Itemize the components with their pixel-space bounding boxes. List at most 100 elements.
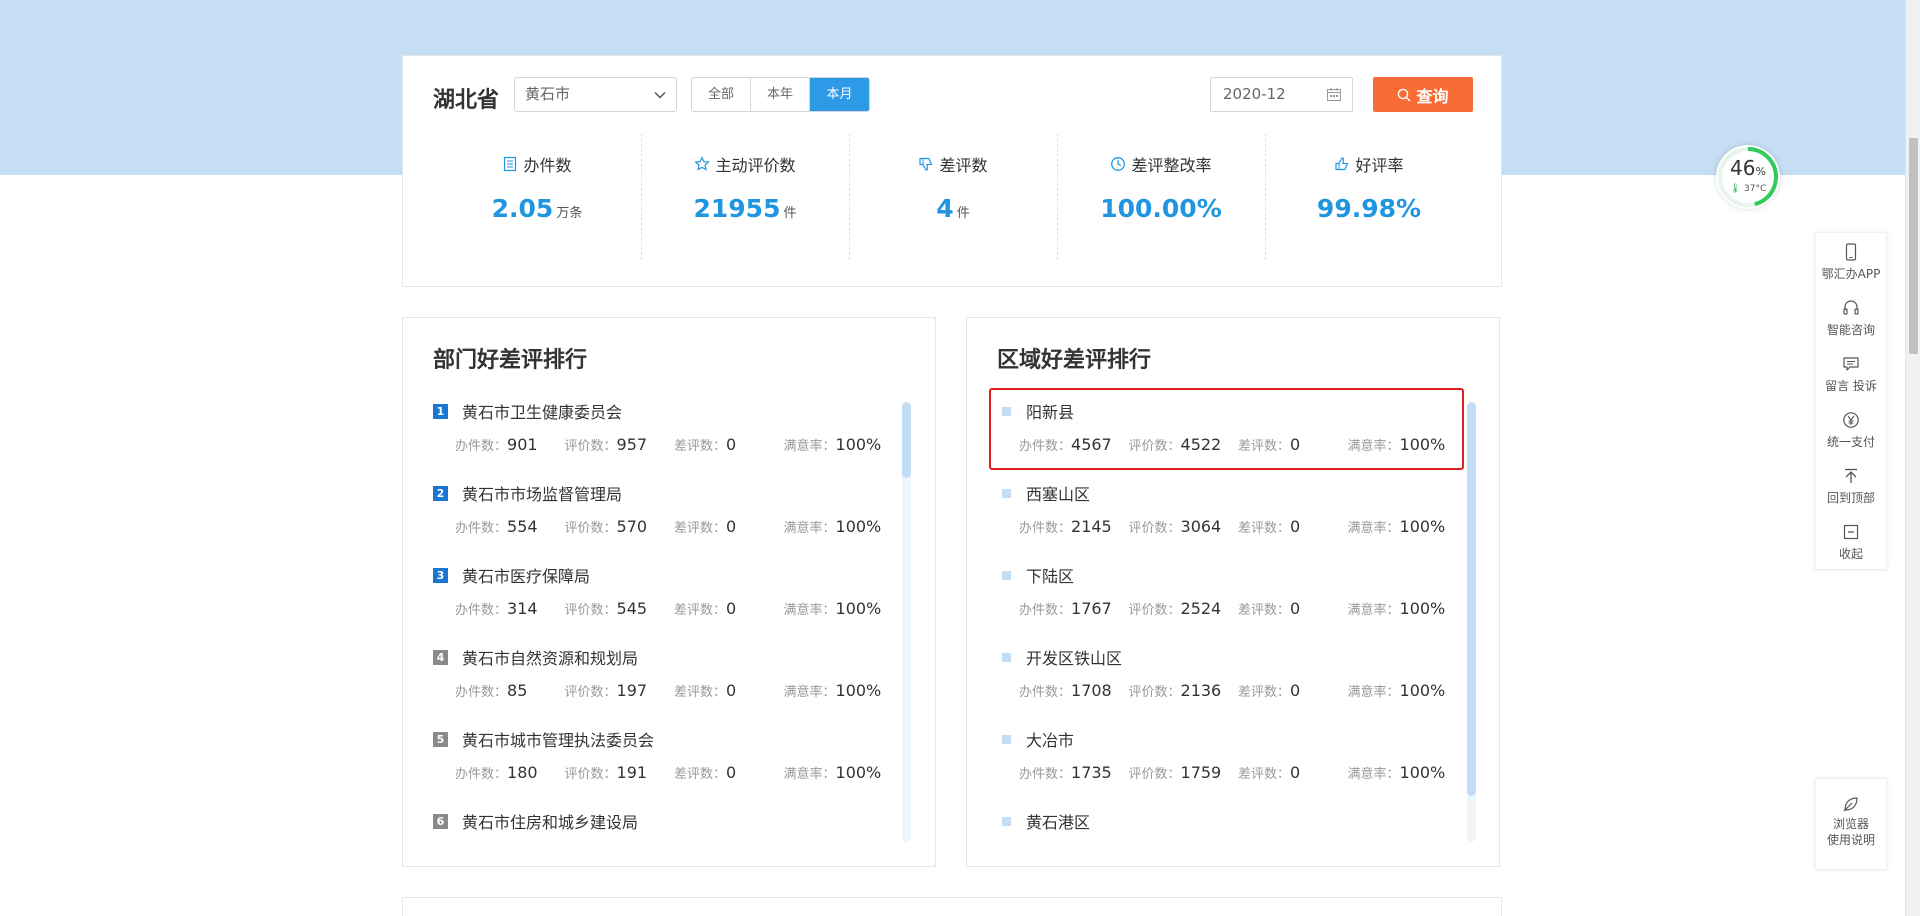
metric-value: 314 — [507, 599, 538, 618]
list-item[interactable]: 1 黄石市卫生健康委员会 办件数：901 评价数：957 差评数：0 满意率：10… — [433, 398, 893, 480]
metric-label: 满意率： — [1347, 521, 1400, 536]
department-ranking-list[interactable]: 1 黄石市卫生健康委员会 办件数：901 评价数：957 差评数：0 满意率：10… — [433, 398, 893, 840]
rank-badge: 6 — [433, 813, 448, 829]
metric-value: 0 — [1290, 517, 1301, 536]
side-tool-back-to-top[interactable]: 回到顶部 — [1816, 457, 1886, 513]
region-name: 大冶市 — [1026, 731, 1075, 750]
side-tool-app[interactable]: 鄂汇办APP — [1816, 233, 1886, 289]
query-button-label: 查询 — [1416, 86, 1449, 106]
list-item[interactable]: 阳新县 办件数：4567 评价数：4522 差评数：0 满意率：100% — [997, 398, 1457, 480]
page-scrollbar[interactable] — [1905, 0, 1920, 916]
side-toolbar: 鄂汇办APP 智能咨询 留言 投诉 统一支付 回到顶部 收起 — [1815, 232, 1887, 570]
rank-badge: 5 — [433, 731, 448, 747]
region-name: 黄石港区 — [1026, 813, 1091, 832]
clock-icon — [1111, 157, 1126, 171]
side-tool-label: 收起 — [1838, 547, 1863, 561]
metric-label: 办件数： — [1019, 439, 1072, 454]
query-button[interactable]: 查询 — [1373, 77, 1473, 112]
stat-good-rate: 好评率 99.98% — [1265, 134, 1473, 260]
metric-value: 100% — [1399, 517, 1446, 536]
bullet-icon — [1002, 488, 1011, 498]
metric-label: 办件数： — [455, 439, 508, 454]
month-picker-input[interactable]: 2020-12 — [1210, 77, 1353, 112]
stat-good-rate-label: 好评率 — [1355, 156, 1404, 175]
scrollbar-thumb[interactable] — [902, 402, 911, 478]
region-name: 西塞山区 — [1026, 485, 1091, 504]
list-item[interactable]: 2 黄石市市场监督管理局 办件数：554 评价数：570 差评数：0 满意率：10… — [433, 480, 893, 562]
range-year-button[interactable]: 本年 — [751, 78, 810, 111]
metric-value: 0 — [726, 435, 737, 454]
browser-guide-line1: 浏览器 — [1832, 817, 1869, 831]
back-to-top-icon — [1845, 468, 1857, 483]
metric-value: 1735 — [1071, 763, 1112, 782]
memory-gauge[interactable]: 46% 🌡 37°C — [1716, 145, 1780, 209]
list-item[interactable]: 下陆区 办件数：1767 评价数：2524 差评数：0 满意率：100% — [997, 562, 1457, 644]
metric-label: 评价数： — [564, 603, 617, 618]
thermometer-icon: 🌡 — [1729, 184, 1742, 194]
metric-value: 191 — [616, 763, 648, 782]
department-list-scrollbar[interactable] — [902, 402, 911, 842]
list-item[interactable]: 开发区铁山区 办件数：1708 评价数：2136 差评数：0 满意率：100% — [997, 644, 1457, 726]
list-item[interactable]: 6 黄石市住房和城乡建设局 — [433, 808, 893, 840]
region-ranking-title: 区域好差评排行 — [997, 348, 1152, 373]
stat-rated: 主动评价数 21955 件 — [641, 134, 849, 260]
metric-label: 办件数： — [1019, 685, 1072, 700]
metric-value: 100% — [835, 435, 882, 454]
metric-label: 满意率： — [1347, 767, 1400, 782]
scrollbar-thumb[interactable] — [1467, 402, 1476, 796]
city-select[interactable]: 黄石市 — [514, 77, 677, 112]
metric-label: 差评数： — [674, 767, 727, 782]
stat-handled-label: 办件数 — [523, 156, 572, 175]
metric-label: 差评数： — [1238, 603, 1291, 618]
region-list-scrollbar[interactable] — [1467, 402, 1476, 842]
metric-value: 100% — [835, 681, 882, 700]
side-tool-consult[interactable]: 智能咨询 — [1816, 289, 1886, 345]
range-all-button[interactable]: 全部 — [692, 78, 751, 111]
metric-value: 1767 — [1071, 599, 1112, 618]
metric-value: 100% — [835, 517, 882, 536]
metric-value: 2145 — [1071, 517, 1112, 536]
phone-icon — [1845, 243, 1857, 261]
metric-value: 4522 — [1180, 435, 1222, 454]
thumbs-up-icon — [1335, 157, 1349, 171]
metric-label: 办件数： — [455, 767, 508, 782]
gauge-percent-sign: % — [1755, 165, 1766, 178]
city-select-value: 黄石市 — [525, 85, 571, 103]
list-item[interactable]: 3 黄石市医疗保障局 办件数：314 评价数：545 差评数：0 满意率：100% — [433, 562, 893, 644]
metric-value: 100% — [1399, 763, 1446, 782]
metric-label: 评价数： — [564, 767, 617, 782]
list-item[interactable]: 5 黄石市城市管理执法委员会 办件数：180 评价数：191 差评数：0 满意率：… — [433, 726, 893, 808]
department-ranking-title: 部门好差评排行 — [433, 348, 588, 373]
leaf-icon — [1843, 797, 1858, 812]
side-tool-payment[interactable]: 统一支付 — [1816, 401, 1886, 457]
stat-fix-rate-label: 差评整改率 — [1131, 156, 1212, 175]
list-item[interactable]: 大冶市 办件数：1735 评价数：1759 差评数：0 满意率：100% — [997, 726, 1457, 808]
summary-stats: 办件数 2.05 万条 主动评价数 21955 件 差评数 4件 差评整改率 100… — [433, 134, 1473, 260]
metric-value: 4567 — [1071, 435, 1112, 454]
stat-fix-rate: 差评整改率 100.00% — [1057, 134, 1265, 260]
collapse-icon — [1843, 524, 1859, 540]
metric-value: 1759 — [1180, 763, 1222, 782]
department-name: 黄石市住房和城乡建设局 — [462, 813, 639, 832]
metric-value: 100% — [1399, 599, 1446, 618]
stat-rated-unit: 件 — [783, 206, 797, 221]
side-tool-collapse[interactable]: 收起 — [1816, 513, 1886, 569]
browser-guide-button[interactable]: 浏览器 使用说明 — [1815, 778, 1887, 870]
side-tool-feedback[interactable]: 留言 投诉 — [1816, 345, 1886, 401]
list-item[interactable]: 西塞山区 办件数：2145 评价数：3064 差评数：0 满意率：100% — [997, 480, 1457, 562]
search-icon — [1398, 88, 1411, 101]
bullet-icon — [1002, 652, 1011, 662]
page-scrollbar-thumb[interactable] — [1909, 138, 1918, 354]
stat-handled: 办件数 2.05 万条 — [433, 134, 641, 260]
range-month-button[interactable]: 本月 — [810, 78, 869, 111]
list-item[interactable]: 黄石港区 — [997, 808, 1457, 840]
bullet-icon — [1002, 734, 1011, 744]
stat-good-rate-value: 99.98% — [1316, 194, 1422, 223]
list-item[interactable]: 4 黄石市自然资源和规划局 办件数：85 评价数：197 差评数：0 满意率：10… — [433, 644, 893, 726]
metric-value: 545 — [616, 599, 648, 618]
region-ranking-list[interactable]: 阳新县 办件数：4567 评价数：4522 差评数：0 满意率：100% 西塞山… — [997, 398, 1457, 840]
metric-value: 2524 — [1180, 599, 1222, 618]
month-picker-value: 2020-12 — [1223, 85, 1286, 103]
metric-value: 0 — [726, 763, 737, 782]
side-tool-label: 统一支付 — [1826, 435, 1875, 449]
